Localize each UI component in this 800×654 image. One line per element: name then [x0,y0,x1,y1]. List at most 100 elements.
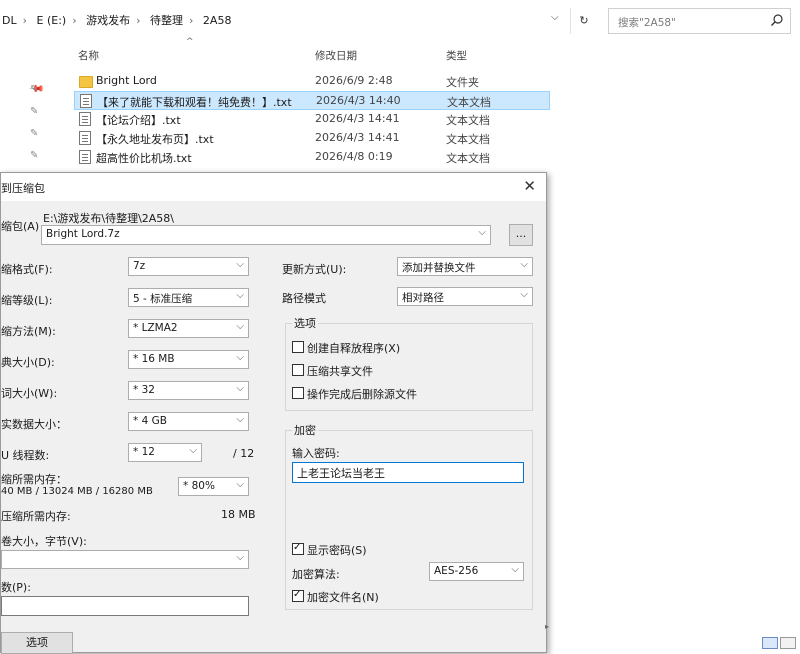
parameters-label: 数(P): [1,581,31,594]
archive-label: 缩包(A) [1,220,40,233]
file-type: 文本文档 [446,152,490,165]
memory-label: 缩所需内存： [1,473,67,486]
chevron-down-icon: ⌵ [236,552,244,563]
show-password-checkbox[interactable]: 显示密码(S) [292,541,367,558]
checkbox-box [292,341,304,353]
file-type: 文本文档 [446,133,490,146]
text-file-icon [79,150,91,164]
chevron-down-icon: ⌵ [520,289,528,300]
checkbox-box [292,364,304,376]
archive-path: E:\游戏发布\待整理\2A58\ [43,212,175,225]
column-header-name[interactable]: 名称 [78,48,99,63]
decompress-memory-value: 18 MB [221,508,256,521]
chevron-right-icon: › [22,14,28,27]
checkbox-box [292,588,304,602]
format-select[interactable]: 7z ⌵ [128,257,249,276]
pin-icon[interactable]: ✎ [30,106,38,117]
parameters-input[interactable] [1,596,249,616]
text-file-icon [79,112,91,126]
breadcrumb-item[interactable]: 待整理 [150,14,183,27]
split-volume-label: 卷大小，字节(V): [1,535,87,548]
scroll-right-icon[interactable]: ▸ [545,622,549,631]
chevron-down-icon: ⌵ [236,290,244,301]
file-row[interactable]: 超高性价比机场.txt 2026/4/8 0:19 文本文档 [74,148,550,167]
search-input[interactable]: 搜索"2A58" [608,8,791,34]
column-header-type[interactable]: 类型 [446,48,467,63]
browse-button[interactable]: ... [509,224,533,246]
password-input[interactable]: 上老王论坛当老王 [292,462,524,483]
delete-source-checkbox[interactable]: 操作完成后删除源文件 [292,386,417,402]
format-value: 7z [133,260,146,272]
chevron-down-icon[interactable]: ⌵ [551,12,559,23]
text-file-icon [80,94,92,108]
show-password-label: 显示密码(S) [307,544,367,557]
encryption-method-label: 加密算法: [292,568,340,581]
file-type: 文件夹 [446,76,479,89]
threads-select[interactable]: * 12 ⌵ [128,443,202,462]
compress-shared-checkbox[interactable]: 压缩共享文件 [292,363,373,379]
method-label: 缩方法(M): [1,325,56,338]
update-mode-select[interactable]: 添加并替换文件 ⌵ [397,257,533,276]
dialog-title: 到压缩包 [1,182,45,195]
password-value: 上老王论坛当老王 [297,467,385,480]
dictionary-value: * 16 MB [133,353,175,365]
file-row[interactable]: 【来了就能下载和观看！纯免费！】.txt 2026/4/3 14:40 文本文档 [74,91,550,110]
level-value: 5 - 标准压缩 [133,293,193,305]
details-view-icon[interactable] [762,637,778,649]
method-value: * LZMA2 [133,322,178,334]
path-mode-select[interactable]: 相对路径 ⌵ [397,287,533,306]
word-size-select[interactable]: * 32 ⌵ [128,381,249,400]
checkbox-box [292,541,304,555]
encryption-method-select[interactable]: AES-256 ⌵ [429,562,524,581]
word-size-label: 词大小(W): [1,387,58,400]
create-sfx-checkbox[interactable]: 创建自释放程序(X) [292,340,400,356]
text-file-icon [79,131,91,145]
dictionary-label: 典大小(D): [1,356,55,369]
solid-block-select[interactable]: * 4 GB ⌵ [128,412,249,431]
update-mode-value: 添加并替换文件 [402,262,476,274]
close-icon[interactable]: ✕ [523,177,536,195]
file-type: 文本文档 [447,96,491,109]
chevron-down-icon: ⌵ [236,259,244,270]
delete-source-label: 操作完成后删除源文件 [307,388,417,401]
word-size-value: * 32 [133,384,155,396]
chevron-down-icon: ⌵ [236,383,244,394]
chevron-down-icon: ⌵ [478,227,486,238]
options-group: 选项 创建自释放程序(X) 压缩共享文件 操作完成后删除源文件 [285,315,533,411]
path-mode-label: 路径模式 [282,292,326,305]
options-group-title: 选项 [292,315,318,331]
pin-icon[interactable]: ✎ [30,150,38,161]
level-label: 缩等级(L): [1,294,53,307]
breadcrumb-item[interactable]: DL [2,14,17,27]
refresh-button[interactable]: ↻ [570,8,597,34]
breadcrumb-item[interactable]: 2A58 [203,14,232,27]
chevron-down-icon: ⌵ [520,259,528,270]
chevron-down-icon: ⌵ [236,352,244,363]
method-select[interactable]: * LZMA2 ⌵ [128,319,249,338]
file-row[interactable]: 【论坛介绍】.txt 2026/4/3 14:41 文本文档 [74,110,550,129]
threads-value: * 12 [133,446,155,458]
file-row[interactable]: Bright Lord 2026/6/9 2:48 文件夹 [74,72,550,91]
memory-percent-select[interactable]: * 80% ⌵ [178,477,249,496]
encryption-method-value: AES-256 [434,565,479,577]
folder-icon [79,76,93,88]
pin-icon[interactable]: ✎ [30,128,38,139]
chevron-right-icon: › [72,14,77,27]
pin-icon[interactable]: ✎ [30,84,38,95]
address-bar[interactable]: DL › E (E:) › 游戏发布 › 待整理 › 2A58 ⌵ [0,0,565,40]
breadcrumb-item[interactable]: 游戏发布 [86,14,130,27]
chevron-down-icon: ⌵ [236,321,244,332]
thumbnail-view-icon[interactable] [780,637,796,649]
file-row[interactable]: 【永久地址发布页】.txt 2026/4/3 14:41 文本文档 [74,129,550,148]
dictionary-select[interactable]: * 16 MB ⌵ [128,350,249,369]
sort-ascending-icon: ^ [186,37,194,47]
encrypt-filenames-checkbox[interactable]: 加密文件名(N) [292,588,379,605]
archive-name-combo[interactable]: Bright Lord.7z ⌵ [41,225,491,245]
chevron-down-icon: ⌵ [189,445,197,456]
view-toggle [762,637,798,652]
level-select[interactable]: 5 - 标准压缩 ⌵ [128,288,249,307]
update-mode-label: 更新方式(U): [282,263,347,276]
split-volume-combo[interactable]: ⌵ [1,550,249,569]
column-header-date[interactable]: 修改日期 [315,48,357,63]
breadcrumb-item[interactable]: E (E:) [37,14,67,27]
